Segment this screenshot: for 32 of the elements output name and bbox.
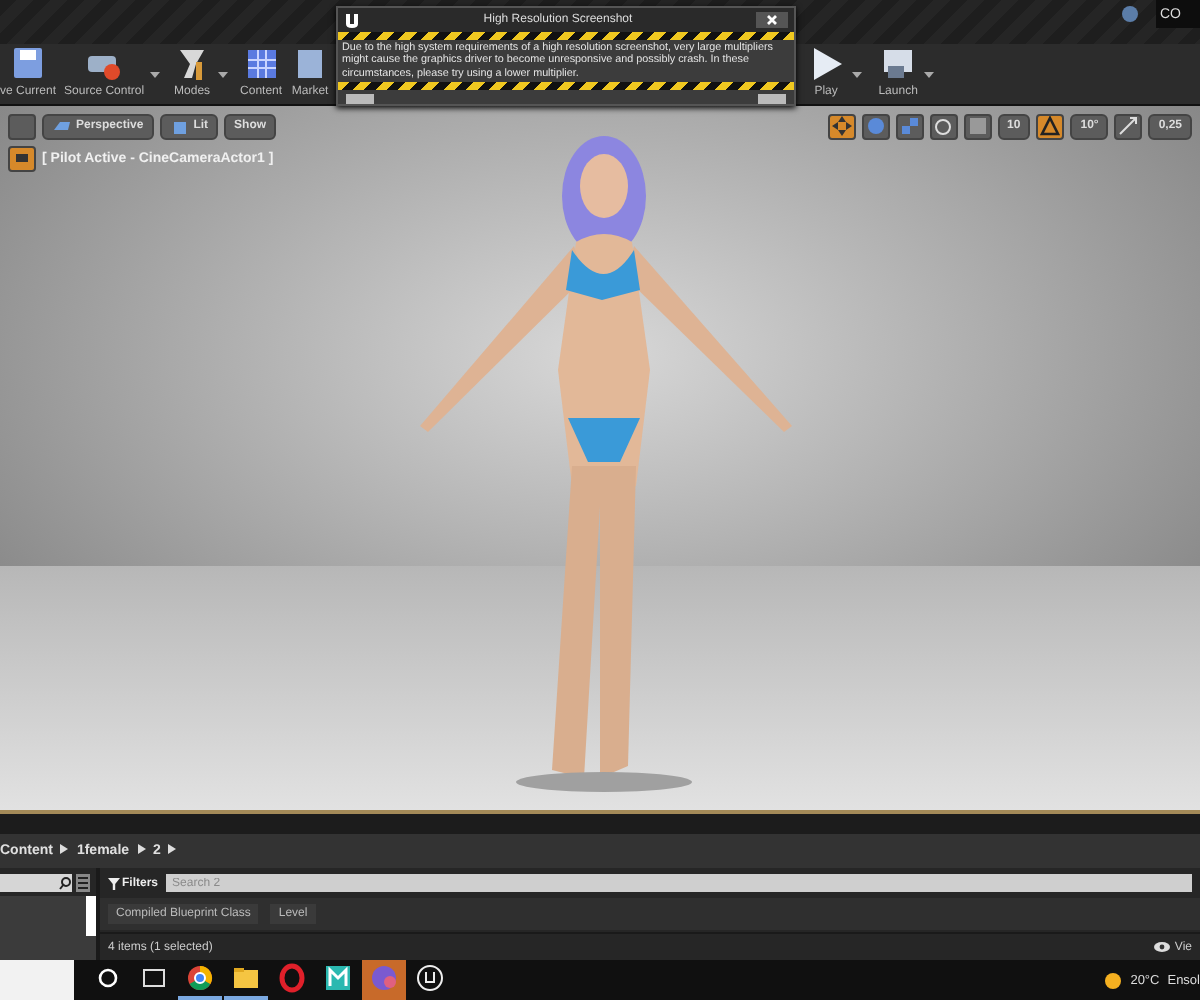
filter-icon [108, 877, 120, 890]
menu-icon[interactable] [76, 874, 90, 893]
caret-icon[interactable] [218, 69, 229, 80]
scrollbar-thumb[interactable] [86, 896, 96, 937]
taskbar-app-button[interactable] [178, 960, 222, 1000]
scale-snap-icon[interactable] [1114, 113, 1143, 140]
dialog-button[interactable] [346, 93, 374, 104]
dialog-button[interactable] [758, 93, 786, 104]
logo-icon [344, 11, 360, 29]
search-icon[interactable] [58, 876, 72, 891]
folder-list[interactable] [0, 896, 96, 960]
save-icon [8, 43, 48, 84]
close-icon [766, 14, 778, 26]
close-button[interactable] [756, 12, 788, 28]
sun-icon[interactable] [1104, 971, 1123, 989]
app-icon [182, 960, 218, 996]
user-icon[interactable] [1120, 4, 1140, 24]
options-icon[interactable] [8, 113, 36, 140]
taskbar-search-field[interactable] [0, 960, 74, 1000]
arrow-icon[interactable] [168, 844, 177, 855]
app-icon [274, 960, 310, 996]
caret-icon[interactable] [852, 69, 863, 80]
lit-icon [169, 117, 190, 136]
arrow-icon[interactable] [137, 844, 146, 855]
caret-icon[interactable] [924, 69, 935, 80]
arrow-icon[interactable] [60, 844, 69, 855]
app-icon [320, 960, 356, 996]
app-icon [366, 960, 402, 996]
rotation-snap-icon[interactable] [1036, 113, 1065, 140]
caret-icon[interactable] [150, 69, 161, 80]
perspective-icon [52, 117, 72, 136]
eye-icon [1154, 942, 1171, 952]
